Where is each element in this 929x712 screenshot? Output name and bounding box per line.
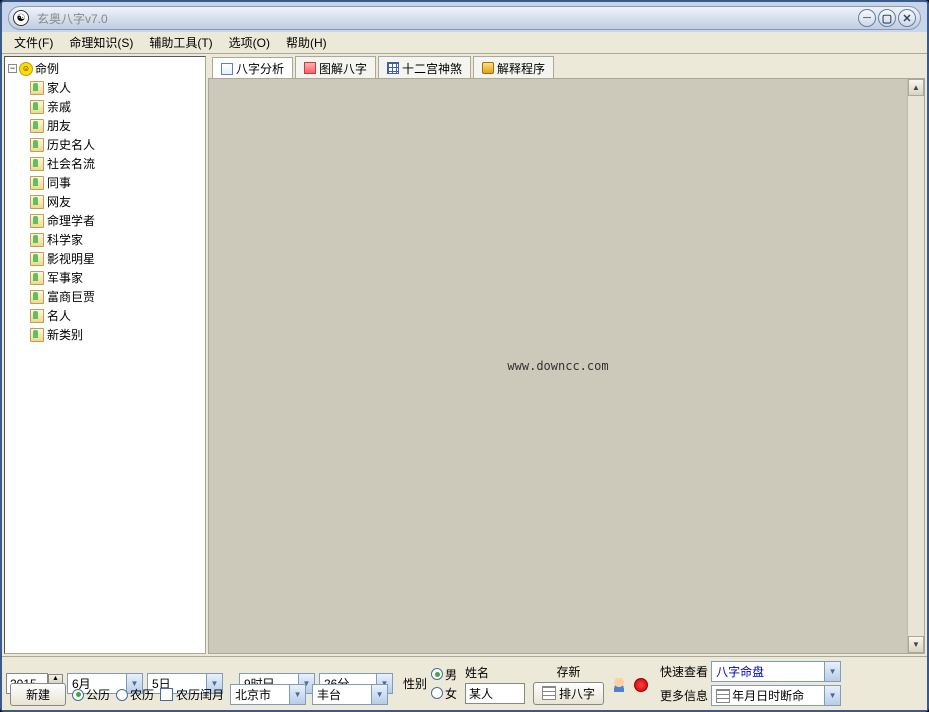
chevron-down-icon[interactable]: ▼ — [371, 685, 387, 704]
calendar-icon — [716, 689, 730, 703]
radio-icon — [116, 689, 128, 701]
main-area: 八字分析 图解八字 十二宫神煞 解释程序 www.downcc.com ▲ ▼ — [208, 56, 925, 654]
app-body: − ☺ 命例 家人 亲戚 朋友 历史名人 社会名流 同事 网友 命理学者 科学家… — [2, 54, 927, 656]
folder-person-icon — [30, 290, 44, 304]
folder-person-icon — [30, 328, 44, 342]
tree-root-label: 命例 — [35, 60, 59, 77]
moreinfo-label: 更多信息 — [660, 687, 708, 704]
folder-person-icon — [30, 195, 44, 209]
checkbox-icon — [160, 688, 173, 701]
tree-item[interactable]: 网友 — [29, 192, 203, 211]
chevron-down-icon[interactable]: ▼ — [824, 662, 840, 681]
folder-person-icon — [30, 233, 44, 247]
radio-icon — [431, 687, 443, 699]
gender-female-radio[interactable]: 女 — [431, 685, 457, 702]
menu-file[interactable]: 文件(F) — [6, 32, 61, 53]
tree-root[interactable]: − ☺ 命例 — [7, 59, 203, 78]
content-watermark: www.downcc.com — [209, 79, 907, 653]
window-controls: ─ ▢ ✕ — [858, 9, 916, 27]
city-combobox[interactable]: 北京市▼ — [230, 684, 306, 705]
tab-bar: 八字分析 图解八字 十二宫神煞 解释程序 — [208, 56, 925, 78]
tab-shiergong[interactable]: 十二宫神煞 — [378, 56, 471, 78]
folder-person-icon — [30, 119, 44, 133]
sidebar-tree[interactable]: − ☺ 命例 家人 亲戚 朋友 历史名人 社会名流 同事 网友 命理学者 科学家… — [4, 56, 206, 654]
radio-icon — [72, 689, 84, 701]
tree-item[interactable]: 名人 — [29, 306, 203, 325]
tree-item[interactable]: 新类别 — [29, 325, 203, 344]
menubar: 文件(F) 命理知识(S) 辅助工具(T) 选项(O) 帮助(H) — [2, 32, 927, 54]
app-icon: ☯ — [13, 10, 29, 26]
content-panel: www.downcc.com ▲ ▼ — [208, 78, 925, 654]
chevron-down-icon[interactable]: ▼ — [289, 685, 305, 704]
district-combobox[interactable]: 丰台▼ — [312, 684, 388, 705]
tree-item[interactable]: 军事家 — [29, 268, 203, 287]
minimize-button[interactable]: ─ — [858, 9, 876, 27]
tree-item[interactable]: 亲戚 — [29, 97, 203, 116]
close-button[interactable]: ✕ — [898, 9, 916, 27]
person-icon[interactable] — [612, 678, 626, 692]
tree-item[interactable]: 命理学者 — [29, 211, 203, 230]
calendar-icon — [542, 686, 556, 700]
grid-icon — [387, 62, 399, 74]
tree-item[interactable]: 科学家 — [29, 230, 203, 249]
name-input[interactable] — [465, 683, 525, 704]
tree-item[interactable]: 同事 — [29, 173, 203, 192]
smiley-icon: ☺ — [19, 62, 33, 76]
folder-person-icon — [30, 100, 44, 114]
calendar-lunar-radio[interactable]: 农历 — [116, 686, 154, 703]
moreinfo-combobox[interactable]: 年月日时断命▼ — [711, 685, 841, 706]
lunar-leap-checkbox[interactable]: 农历闰月 — [160, 686, 224, 703]
folder-person-icon — [30, 157, 44, 171]
radio-icon — [431, 668, 443, 680]
folder-person-icon — [30, 252, 44, 266]
scroll-down-button[interactable]: ▼ — [908, 636, 924, 653]
app-window: ☯ 玄奥八字v7.0 ─ ▢ ✕ 文件(F) 命理知识(S) 辅助工具(T) 选… — [0, 0, 929, 712]
tab-jieshi[interactable]: 解释程序 — [473, 56, 554, 78]
stop-icon[interactable] — [634, 678, 648, 692]
scroll-track[interactable] — [908, 96, 924, 636]
menu-tools[interactable]: 辅助工具(T) — [141, 32, 220, 53]
save-label: 存新 — [557, 663, 581, 680]
gender-label: 性别 — [403, 675, 427, 692]
vertical-scrollbar[interactable]: ▲ ▼ — [907, 79, 924, 653]
folder-person-icon — [30, 309, 44, 323]
menu-options[interactable]: 选项(O) — [221, 32, 278, 53]
picture-icon — [304, 62, 316, 74]
document-icon — [221, 63, 233, 75]
tree-item[interactable]: 朋友 — [29, 116, 203, 135]
tree-item[interactable]: 家人 — [29, 78, 203, 97]
maximize-button[interactable]: ▢ — [878, 9, 896, 27]
year-up-button[interactable]: ▲ — [48, 674, 63, 684]
tree-children: 家人 亲戚 朋友 历史名人 社会名流 同事 网友 命理学者 科学家 影视明星 军… — [29, 78, 203, 344]
tree-item[interactable]: 富商巨贾 — [29, 287, 203, 306]
titlebar: ☯ 玄奥八字v7.0 ─ ▢ ✕ — [8, 6, 921, 30]
quickview-label: 快速查看 — [660, 663, 708, 680]
name-label: 姓名 — [465, 664, 525, 681]
folder-person-icon — [30, 176, 44, 190]
tree-collapse-icon[interactable]: − — [8, 64, 17, 73]
menu-mingli[interactable]: 命理知识(S) — [61, 32, 141, 53]
tree-item[interactable]: 历史名人 — [29, 135, 203, 154]
tab-bazi-analysis[interactable]: 八字分析 — [212, 57, 293, 79]
quickview-combobox[interactable]: 八字命盘▼ — [711, 661, 841, 682]
menu-help[interactable]: 帮助(H) — [278, 32, 335, 53]
window-title: 玄奥八字v7.0 — [37, 10, 858, 27]
paibazi-button[interactable]: 排八字 — [533, 682, 604, 705]
explain-icon — [482, 62, 494, 74]
tree-item[interactable]: 社会名流 — [29, 154, 203, 173]
new-button[interactable]: 新建 — [10, 683, 66, 706]
calendar-solar-radio[interactable]: 公历 — [72, 686, 110, 703]
gender-male-radio[interactable]: 男 — [431, 666, 457, 683]
folder-person-icon — [30, 214, 44, 228]
tree-item[interactable]: 影视明星 — [29, 249, 203, 268]
bottom-toolbar: ▲ ▼ 6月▼ 5日▼ 9时巳▼ 26分▼ 性别 男 女 姓名 存新 排八字 — [2, 656, 927, 710]
folder-person-icon — [30, 271, 44, 285]
folder-person-icon — [30, 81, 44, 95]
folder-person-icon — [30, 138, 44, 152]
tab-tujie-bazi[interactable]: 图解八字 — [295, 56, 376, 78]
scroll-up-button[interactable]: ▲ — [908, 79, 924, 96]
chevron-down-icon[interactable]: ▼ — [824, 686, 840, 705]
